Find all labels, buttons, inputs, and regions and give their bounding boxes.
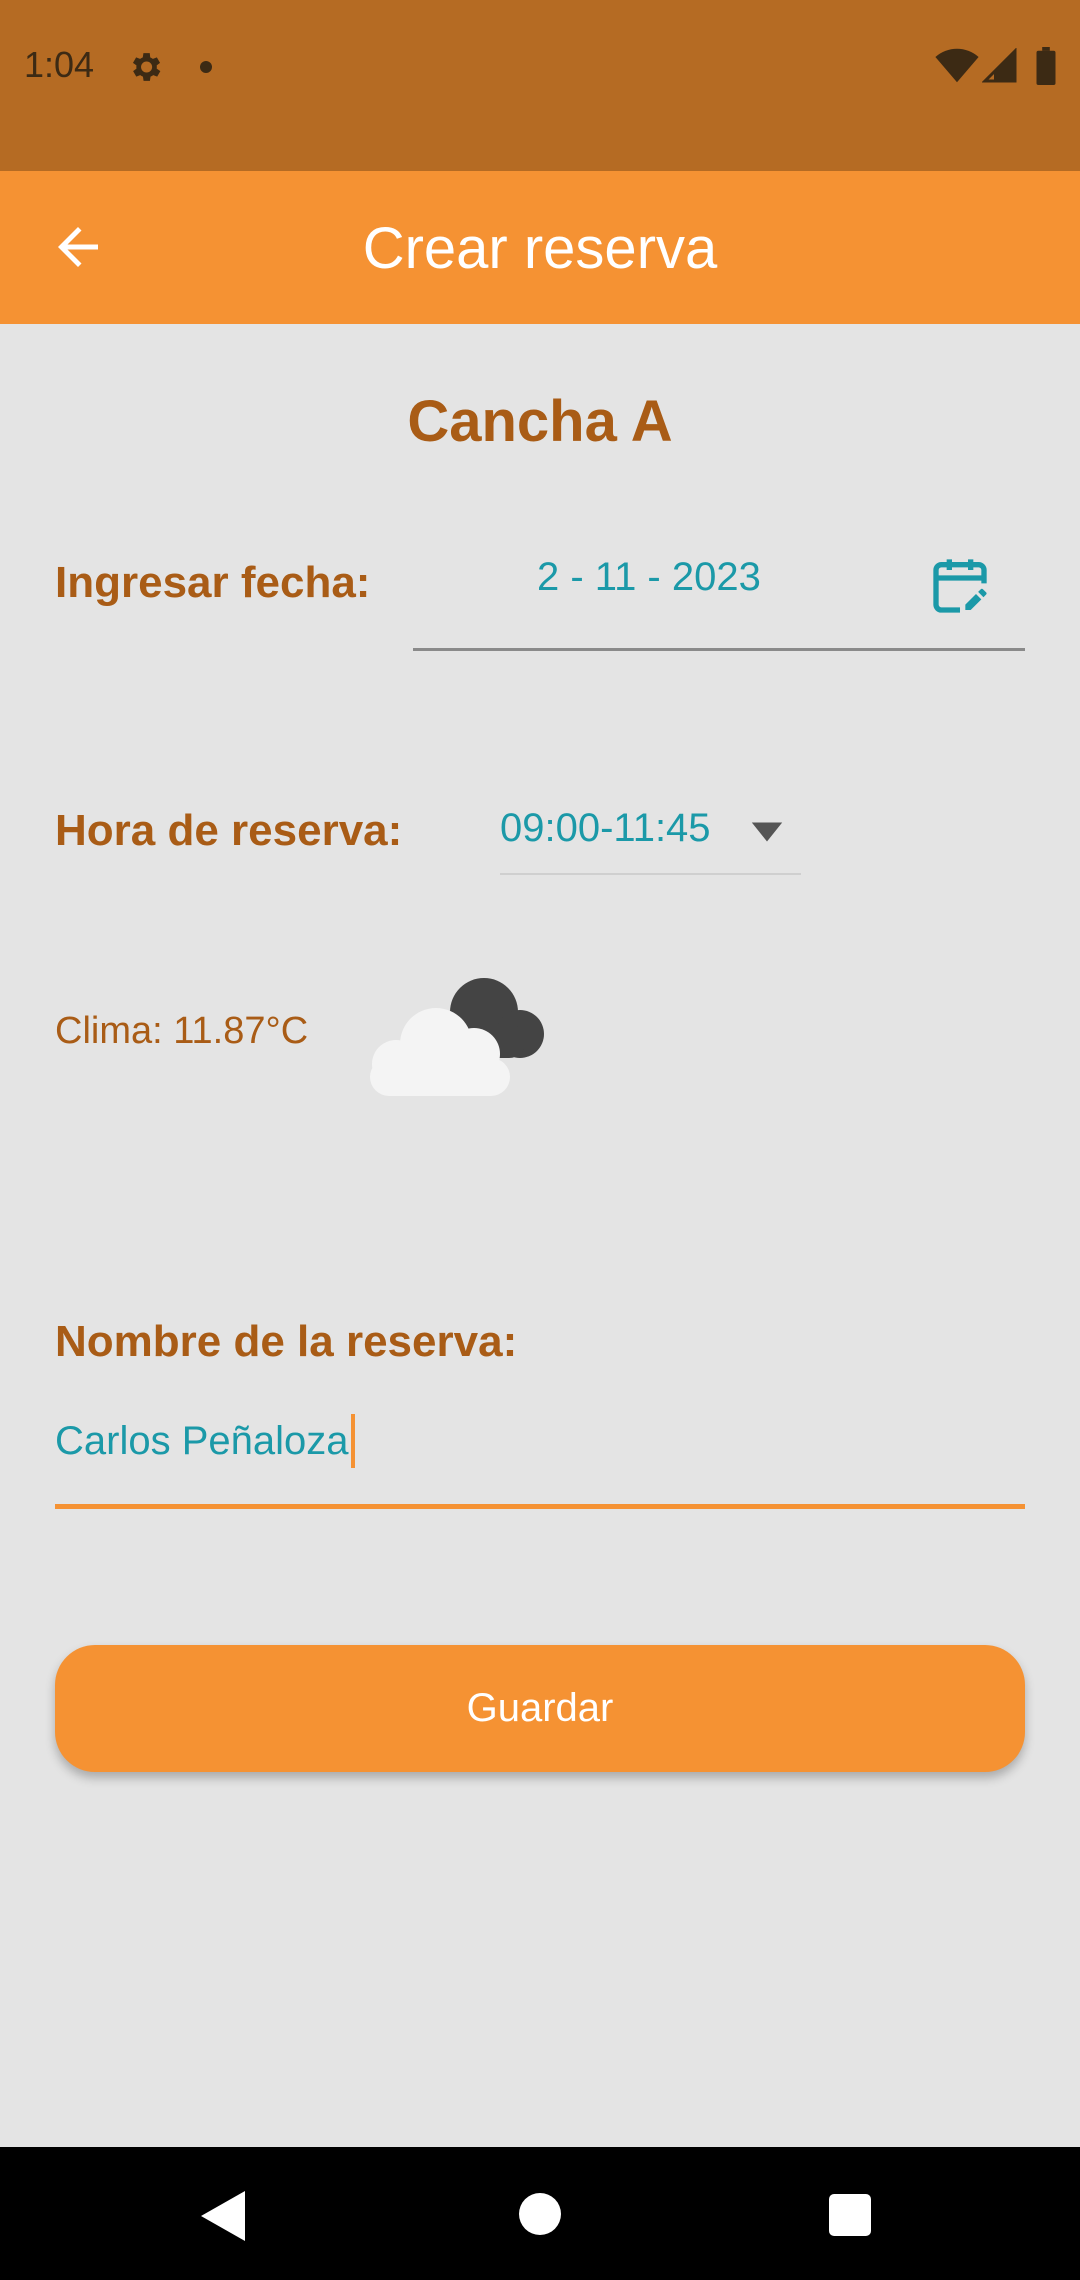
date-field[interactable]: 2 - 11 - 2023 (537, 555, 761, 600)
weather-text: Clima: 11.87°C (55, 1010, 309, 1052)
reservation-name-label: Nombre de la reserva: (55, 1317, 518, 1366)
home-circle-icon[interactable] (519, 2193, 561, 2235)
notification-dot-icon (200, 61, 212, 73)
signal-icon (982, 48, 1017, 83)
back-triangle-icon[interactable] (201, 2191, 245, 2241)
gear-icon (132, 53, 161, 81)
text-caret (350, 1414, 355, 1468)
save-button[interactable]: Guardar (55, 1645, 1025, 1772)
wifi-icon (935, 48, 979, 83)
page-title: Crear reserva (362, 216, 718, 281)
calendar-edit-icon[interactable] (928, 554, 992, 618)
date-label: Ingresar fecha: (55, 558, 371, 607)
time-dropdown[interactable]: 09:00-11:45 (500, 806, 711, 851)
app-bar: Crear reserva (0, 171, 1080, 324)
dropdown-arrow-icon[interactable] (748, 820, 786, 844)
status-time: 1:04 (24, 44, 95, 85)
status-bar: 1:04 (0, 0, 1080, 171)
recents-square-icon[interactable] (829, 2194, 871, 2236)
reservation-name-value: Carlos Peñaloza (55, 1418, 349, 1463)
battery-icon (1036, 47, 1056, 85)
reservation-name-underline (55, 1504, 1025, 1509)
court-title: Cancha A (407, 389, 673, 454)
reservation-name-input[interactable]: Carlos Peñaloza (55, 1414, 355, 1468)
time-label: Hora de reserva: (55, 806, 403, 855)
time-underline (500, 873, 801, 875)
date-underline (413, 648, 1025, 651)
navigation-bar (0, 2147, 1080, 2280)
cloudy-icon (370, 978, 544, 1096)
